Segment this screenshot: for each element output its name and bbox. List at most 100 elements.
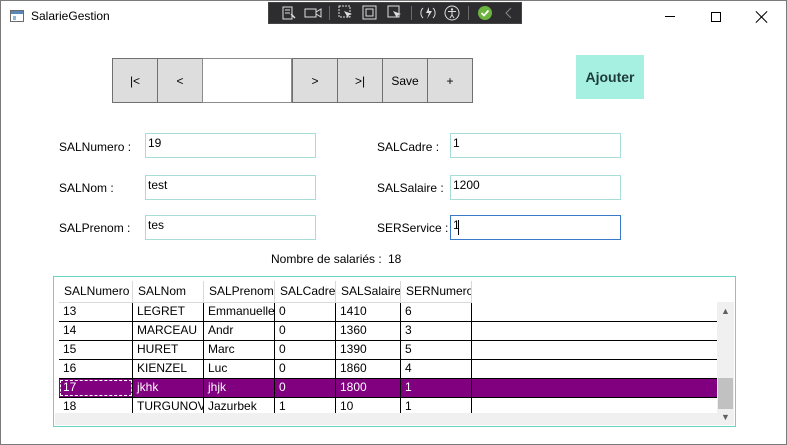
scroll-down-icon[interactable]: ▼ <box>717 408 734 425</box>
horizontal-scrollbar[interactable] <box>55 413 717 425</box>
table-cell[interactable]: 1390 <box>336 341 401 359</box>
salsalaire-label: SALSalaire : <box>377 181 444 195</box>
table-cell[interactable]: jkhk <box>133 379 204 397</box>
table-cell[interactable]: 0 <box>275 360 336 378</box>
employee-count-label: Nombre de salariés : <box>271 252 382 266</box>
close-button[interactable] <box>739 1 785 32</box>
check-icon[interactable] <box>473 3 497 23</box>
salnom-input[interactable] <box>146 176 315 199</box>
salsalaire-input[interactable] <box>451 176 620 199</box>
table-cell[interactable]: 13 <box>59 303 133 321</box>
table-cell[interactable]: 0 <box>275 341 336 359</box>
first-record-button[interactable]: |< <box>112 58 158 103</box>
column-header[interactable]: SALCadre <box>275 281 336 303</box>
table-cell[interactable]: 1 <box>401 379 472 397</box>
table-cell[interactable]: 0 <box>275 303 336 321</box>
table-cell[interactable]: MARCEAU <box>133 322 204 340</box>
salcadre-input[interactable] <box>451 134 620 157</box>
display-layout-adorners-icon[interactable] <box>358 3 382 23</box>
table-cell[interactable]: 5 <box>401 341 472 359</box>
accessibility-icon[interactable] <box>440 3 464 23</box>
salnom-label: SALNom : <box>59 181 114 195</box>
toolbar-separator <box>467 6 469 20</box>
datagrid-header: SALNumero SALNom SALPrenom SALCadre SALSalai… <box>59 281 472 303</box>
serservice-label: SERService : <box>377 221 449 235</box>
new-record-button[interactable]: + <box>427 58 473 103</box>
table-row-selected[interactable]: 17 jkhk jhjk 0 1800 1 <box>59 379 718 398</box>
table-row[interactable]: 15 HURET Marc 0 1390 5 <box>59 341 718 360</box>
salnumero-label: SALNumero : <box>59 140 132 154</box>
column-header[interactable]: SALPrenom <box>204 281 275 303</box>
table-cell[interactable]: 1410 <box>336 303 401 321</box>
next-record-button[interactable]: > <box>292 58 338 103</box>
table-cell[interactable]: 16 <box>59 360 133 378</box>
select-element-icon[interactable] <box>334 3 358 23</box>
employee-count-value: 18 <box>388 252 402 266</box>
text-caret <box>458 220 459 235</box>
table-cell[interactable]: Marc <box>204 341 275 359</box>
last-record-button[interactable]: >| <box>337 58 383 103</box>
table-cell[interactable]: KIENZEL <box>133 360 204 378</box>
toolbar-separator <box>410 6 412 20</box>
minimize-icon <box>665 16 675 17</box>
table-cell[interactable]: 1800 <box>336 379 401 397</box>
add-button[interactable]: Ajouter <box>576 55 644 99</box>
column-header[interactable]: SERNumero <box>401 281 472 303</box>
datagrid-rows: 13 LEGRET Emmanuelle 0 1410 6 14 MARCEAU Andr 0 13… <box>59 303 718 417</box>
column-header[interactable]: SALNom <box>133 281 204 303</box>
employees-datagrid[interactable]: SALNumero SALNom SALPrenom SALCadre SALSalai… <box>53 276 736 427</box>
salnumero-field[interactable] <box>145 133 316 158</box>
column-header[interactable]: SALNumero <box>59 281 133 303</box>
table-cell[interactable]: 4 <box>401 360 472 378</box>
maximize-button[interactable] <box>693 1 739 32</box>
record-position-field[interactable] <box>202 58 292 103</box>
salnom-field[interactable] <box>145 175 316 200</box>
hot-reload-icon[interactable] <box>416 3 440 23</box>
table-cell[interactable]: 1860 <box>336 360 401 378</box>
record-position-input[interactable] <box>203 59 291 102</box>
table-cell[interactable]: 15 <box>59 341 133 359</box>
table-cell[interactable]: 0 <box>275 379 336 397</box>
vertical-scrollbar[interactable]: ▲ ▼ <box>717 302 734 425</box>
table-cell[interactable]: 14 <box>59 322 133 340</box>
table-row[interactable]: 16 KIENZEL Luc 0 1860 4 <box>59 360 718 379</box>
table-row[interactable]: 13 LEGRET Emmanuelle 0 1410 6 <box>59 303 718 322</box>
track-focus-icon[interactable] <box>382 3 406 23</box>
table-cell[interactable]: HURET <box>133 341 204 359</box>
salcadre-label: SALCadre : <box>377 140 440 154</box>
table-cell[interactable]: 0 <box>275 322 336 340</box>
maximize-icon <box>711 11 721 22</box>
minimize-button[interactable] <box>647 1 693 32</box>
main-window: SalarieGestion |< < > >| Save + Ajouter … <box>0 0 787 445</box>
scrollbar-thumb[interactable] <box>718 378 733 409</box>
table-cell[interactable]: 1360 <box>336 322 401 340</box>
table-cell[interactable]: 3 <box>401 322 472 340</box>
table-row[interactable]: 14 MARCEAU Andr 0 1360 3 <box>59 322 718 341</box>
save-button[interactable]: Save <box>382 58 428 103</box>
table-cell[interactable]: Emmanuelle <box>204 303 275 321</box>
datagrid-body: SALNumero SALNom SALPrenom SALCadre SALSalai… <box>59 281 718 420</box>
serservice-field[interactable] <box>450 215 621 240</box>
table-cell[interactable]: jhjk <box>204 379 275 397</box>
live-visual-tree-icon[interactable] <box>277 3 301 23</box>
salprenom-field[interactable] <box>145 215 316 240</box>
table-cell[interactable]: Andr <box>204 322 275 340</box>
salsalaire-field[interactable] <box>450 175 621 200</box>
column-header[interactable]: SALSalaire <box>336 281 401 303</box>
salprenom-label: SALPrenom : <box>59 221 131 235</box>
table-cell[interactable]: Luc <box>204 360 275 378</box>
table-cell[interactable]: 17 <box>59 379 133 397</box>
xaml-debug-toolbar <box>268 2 522 24</box>
app-icon <box>10 10 24 22</box>
salprenom-input[interactable] <box>146 216 315 239</box>
salcadre-field[interactable] <box>450 133 621 158</box>
collapse-icon[interactable] <box>497 3 521 23</box>
previous-record-button[interactable]: < <box>157 58 203 103</box>
table-cell[interactable]: LEGRET <box>133 303 204 321</box>
scroll-up-icon[interactable]: ▲ <box>717 302 734 319</box>
table-cell[interactable]: 6 <box>401 303 472 321</box>
salnumero-input[interactable] <box>146 134 315 157</box>
window-title: SalarieGestion <box>31 9 110 23</box>
record-icon[interactable] <box>301 3 325 23</box>
serservice-input[interactable] <box>451 216 620 239</box>
